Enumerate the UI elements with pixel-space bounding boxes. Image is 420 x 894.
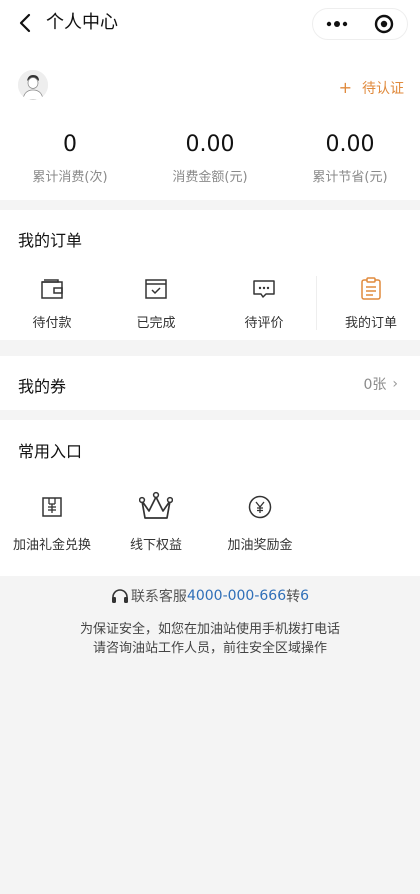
order-list-icon	[361, 277, 381, 300]
coupons-row[interactable]: 我的券 0张 ›	[0, 356, 420, 410]
service-prefix: 联系客服	[130, 589, 187, 605]
entries-title: 常用入口	[18, 442, 83, 461]
completed-icon	[145, 279, 167, 299]
stat-label: 累计消费(次)	[32, 170, 108, 185]
verify-button[interactable]: + 待认证	[339, 78, 404, 98]
stat-total-saved[interactable]: 0.00 累计节省(元)	[280, 132, 420, 185]
close-miniprogram-button[interactable]	[360, 9, 407, 39]
service-ext[interactable]: 6	[300, 588, 309, 604]
entry-gift-voucher[interactable]: 加油礼金兑换	[0, 490, 104, 553]
more-dots-icon	[326, 21, 347, 27]
back-button[interactable]	[14, 12, 36, 34]
user-avatar-icon	[18, 70, 48, 100]
stat-label: 消费金额(元)	[172, 170, 248, 185]
order-item-label: 待评价	[244, 316, 284, 331]
chevron-left-icon	[19, 13, 31, 33]
stat-consume-count[interactable]: 0 累计消费(次)	[0, 132, 140, 185]
stat-value: 0.00	[185, 132, 235, 157]
order-my-orders[interactable]: 我的订单	[320, 276, 420, 331]
service-mid: 转	[286, 589, 301, 605]
entry-label: 加油礼金兑换	[12, 538, 91, 553]
comment-icon	[253, 280, 275, 298]
service-phone-link[interactable]: 4000-000-666	[187, 588, 286, 604]
order-pending-payment[interactable]: 待付款	[0, 276, 104, 331]
miniprogram-capsule	[312, 8, 408, 40]
chevron-right-icon: ›	[392, 376, 398, 392]
target-icon	[374, 14, 393, 34]
order-item-label: 待付款	[32, 316, 72, 331]
plus-icon: +	[338, 78, 352, 97]
profile-card: + 待认证 0 累计消费(次) 0.00 消费金额(元) 0.00 累计节省(元…	[0, 48, 420, 200]
wallet-icon	[41, 279, 63, 299]
stat-value: 0	[63, 132, 77, 157]
page-title: 个人中心	[46, 12, 118, 33]
verify-label: 待认证	[362, 81, 404, 97]
customer-service-line[interactable]: 联系客服 4000-000-666 转 6	[0, 586, 420, 606]
entry-label: 线下权益	[129, 538, 182, 553]
entry-refuel-reward[interactable]: 加油奖励金	[208, 490, 312, 553]
coupon-count-value: 0张	[363, 377, 387, 393]
order-item-label: 我的订单	[344, 316, 397, 331]
order-divider	[316, 276, 317, 330]
stat-value: 0.00	[325, 132, 375, 157]
crown-icon	[139, 491, 173, 519]
orders-title: 我的订单	[18, 231, 83, 250]
headset-icon	[111, 589, 128, 603]
notice-line-1: 为保证安全，如您在加油站使用手机拨打电话	[79, 622, 340, 637]
stats-row: 0 累计消费(次) 0.00 消费金额(元) 0.00 累计节省(元)	[0, 132, 420, 185]
order-item-label: 已完成	[136, 316, 176, 331]
common-entries-card: 常用入口 加油礼金兑换 线下权益 加油奖励金	[0, 420, 420, 576]
more-button[interactable]	[313, 9, 360, 39]
coupon-count: 0张 ›	[363, 374, 398, 394]
entry-label: 加油奖励金	[227, 538, 293, 553]
stat-label: 累计节省(元)	[312, 170, 388, 185]
safety-notice: 为保证安全，如您在加油站使用手机拨打电话 请咨询油站工作人员，前往安全区域操作	[0, 620, 420, 658]
order-completed[interactable]: 已完成	[104, 276, 208, 331]
stat-consume-amount[interactable]: 0.00 消费金额(元)	[140, 132, 280, 185]
coupons-title: 我的券	[18, 377, 67, 396]
header-bar: 个人中心	[0, 0, 420, 48]
order-pending-review[interactable]: 待评价	[212, 276, 316, 331]
yen-coin-icon	[248, 495, 272, 519]
entry-offline-benefits[interactable]: 线下权益	[104, 490, 208, 553]
notice-line-2: 请咨询油站工作人员，前往安全区域操作	[92, 641, 327, 656]
orders-card: 我的订单 待付款 已完成 待评价 我的订单	[0, 210, 420, 340]
gift-voucher-icon	[42, 497, 62, 517]
order-status-row: 待付款 已完成 待评价 我的订单	[0, 276, 420, 342]
avatar[interactable]	[18, 70, 48, 100]
